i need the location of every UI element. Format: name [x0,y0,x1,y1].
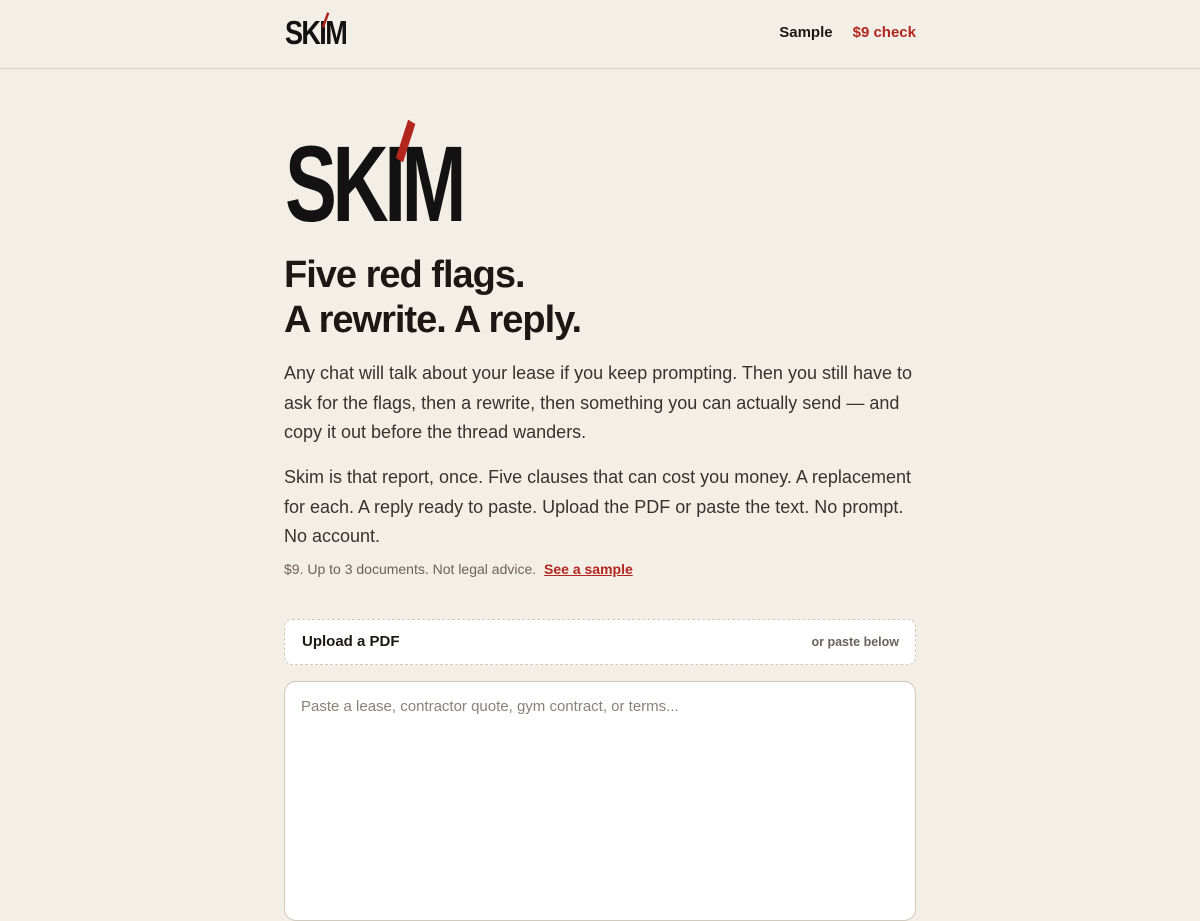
hero-logo-letter-i: I [384,119,416,238]
skim-logo-small[interactable]: SK I M [285,12,348,52]
nav-link-9-check[interactable]: $9 check [853,24,916,41]
top-nav-bar: SK I M Sample $9 check [0,0,1200,69]
upload-pdf-label: Upload a PDF [302,633,400,650]
nav-links: Sample $9 check [779,24,916,41]
hero-logo-letter-i-text: I [384,123,406,244]
intro-paragraph-2: Skim is that report, once. Five clauses … [284,467,911,546]
logo-letter-i: I [319,12,330,52]
nav-link-sample[interactable]: Sample [779,24,832,41]
skim-logo-large: SK I M [285,119,467,244]
hero-logo-letters-sk: SK [285,123,389,244]
hero-headline: Five red flags. A rewrite. A reply. [284,253,582,343]
upload-pdf-dropzone[interactable]: Upload a PDF or paste below [284,619,916,665]
hero-logo-letter-m: M [401,123,467,244]
see-sample-link[interactable]: See a sample [544,561,633,577]
logo-letters-sk: SK [285,14,321,51]
top-nav-inner: SK I M Sample $9 check [284,0,916,68]
document-paste-textarea[interactable] [284,681,916,921]
logo-letter-m: M [325,14,348,51]
headline-line-2: A rewrite. A reply. [284,299,582,341]
headline-line-1: Five red flags. [284,254,526,296]
intro-paragraph-1: Any chat will talk about your lease if y… [284,363,913,442]
paste-below-hint: or paste below [811,635,899,649]
fineprint-text: $9. Up to 3 documents. Not legal advice. [284,561,537,577]
pricing-fineprint: $9. Up to 3 documents. Not legal advice.… [284,559,633,579]
